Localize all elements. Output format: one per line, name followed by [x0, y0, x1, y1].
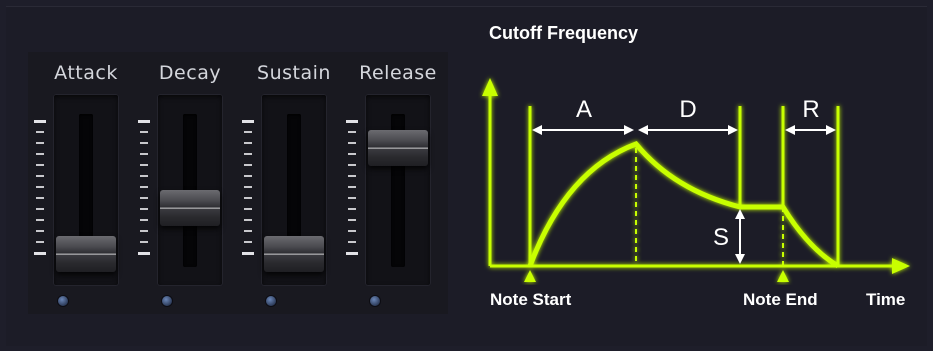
scale-tick	[36, 186, 44, 188]
scale-tick	[138, 252, 150, 255]
attack-right-arrow-icon	[624, 125, 634, 135]
decay-segment-label: D	[679, 96, 696, 123]
scale-tick	[36, 208, 44, 210]
scale-tick	[348, 241, 356, 243]
release-led-icon	[370, 296, 380, 306]
scale-tick	[140, 142, 148, 144]
decay-left-arrow-icon	[638, 125, 648, 135]
scale-tick	[138, 120, 150, 123]
note-start-marker-icon	[524, 270, 536, 282]
scale-tick	[36, 142, 44, 144]
scale-tick	[244, 186, 252, 188]
attack-led-icon	[58, 296, 68, 306]
scale-tick	[348, 208, 356, 210]
diagram-title: Cutoff Frequency	[489, 23, 639, 43]
scale-tick	[36, 131, 44, 133]
adsr-fader-bank: Attack Decay Sustain Release	[28, 52, 448, 314]
scale-tick	[348, 186, 356, 188]
envelope-curve	[527, 141, 840, 269]
sustain-label: Sustain	[257, 62, 331, 84]
scale-tick	[36, 197, 44, 199]
scale-tick	[36, 153, 44, 155]
scale-tick	[348, 153, 356, 155]
attack-fader[interactable]	[53, 94, 119, 286]
scale-tick	[140, 197, 148, 199]
decay-fader[interactable]	[157, 94, 223, 286]
scale-tick	[36, 230, 44, 232]
release-fader-handle[interactable]	[368, 130, 428, 167]
scale-tick	[36, 219, 44, 221]
scale-tick	[348, 219, 356, 221]
attack-fader-handle[interactable]	[56, 236, 116, 272]
scale-tick	[244, 241, 252, 243]
scale-tick	[348, 230, 356, 232]
scale-tick	[36, 175, 44, 177]
scale-tick	[36, 164, 44, 166]
time-axis-caption: Time	[866, 290, 906, 309]
scale-tick	[140, 219, 148, 221]
scale-tick	[348, 164, 356, 166]
scale-tick	[140, 164, 148, 166]
attack-left-arrow-icon	[532, 125, 542, 135]
decay-scale	[138, 120, 150, 260]
scale-tick	[242, 252, 254, 255]
scale-tick	[36, 241, 44, 243]
scale-tick	[244, 142, 252, 144]
scale-tick	[244, 153, 252, 155]
release-left-arrow-icon	[785, 125, 795, 135]
scale-tick	[34, 120, 46, 123]
release-fader[interactable]	[365, 94, 431, 286]
sustain-scale	[242, 120, 254, 260]
sustain-fader-handle[interactable]	[264, 236, 324, 272]
attack-label: Attack	[54, 62, 118, 84]
release-scale	[346, 120, 358, 260]
decay-led-icon	[162, 296, 172, 306]
scale-tick	[348, 131, 356, 133]
scale-tick	[140, 186, 148, 188]
scale-tick	[242, 120, 254, 123]
scale-tick	[348, 142, 356, 144]
attack-segment-label: A	[576, 96, 592, 123]
y-axis-arrow-icon	[482, 78, 498, 96]
scale-tick	[140, 175, 148, 177]
adsr-envelope-diagram: A D R S	[482, 78, 910, 282]
note-end-marker-icon	[777, 270, 789, 282]
scale-tick	[244, 131, 252, 133]
attack-scale	[34, 120, 46, 260]
scale-tick	[140, 230, 148, 232]
note-start-caption: Note Start	[490, 290, 572, 309]
scale-tick	[244, 175, 252, 177]
sustain-fader[interactable]	[261, 94, 327, 286]
sustain-segment-label: S	[713, 224, 729, 251]
scale-tick	[140, 208, 148, 210]
release-segment-label: R	[802, 96, 819, 123]
scale-tick	[348, 197, 356, 199]
decay-fader-handle[interactable]	[160, 189, 220, 226]
scale-tick	[140, 153, 148, 155]
sustain-up-arrow-icon	[735, 209, 745, 219]
decay-right-arrow-icon	[728, 125, 738, 135]
x-axis-arrow-icon	[892, 258, 910, 274]
note-end-caption: Note End	[743, 290, 818, 309]
scale-tick	[346, 252, 358, 255]
scale-tick	[140, 131, 148, 133]
decay-label: Decay	[158, 62, 222, 84]
sustain-down-arrow-icon	[735, 254, 745, 264]
scale-tick	[244, 208, 252, 210]
scale-tick	[244, 230, 252, 232]
scale-tick	[140, 241, 148, 243]
scale-tick	[244, 219, 252, 221]
release-right-arrow-icon	[826, 125, 836, 135]
scale-tick	[34, 252, 46, 255]
release-label: Release	[359, 62, 437, 84]
scale-tick	[244, 164, 252, 166]
sustain-led-icon	[266, 296, 276, 306]
scale-tick	[346, 120, 358, 123]
scale-tick	[244, 197, 252, 199]
scale-tick	[348, 175, 356, 177]
